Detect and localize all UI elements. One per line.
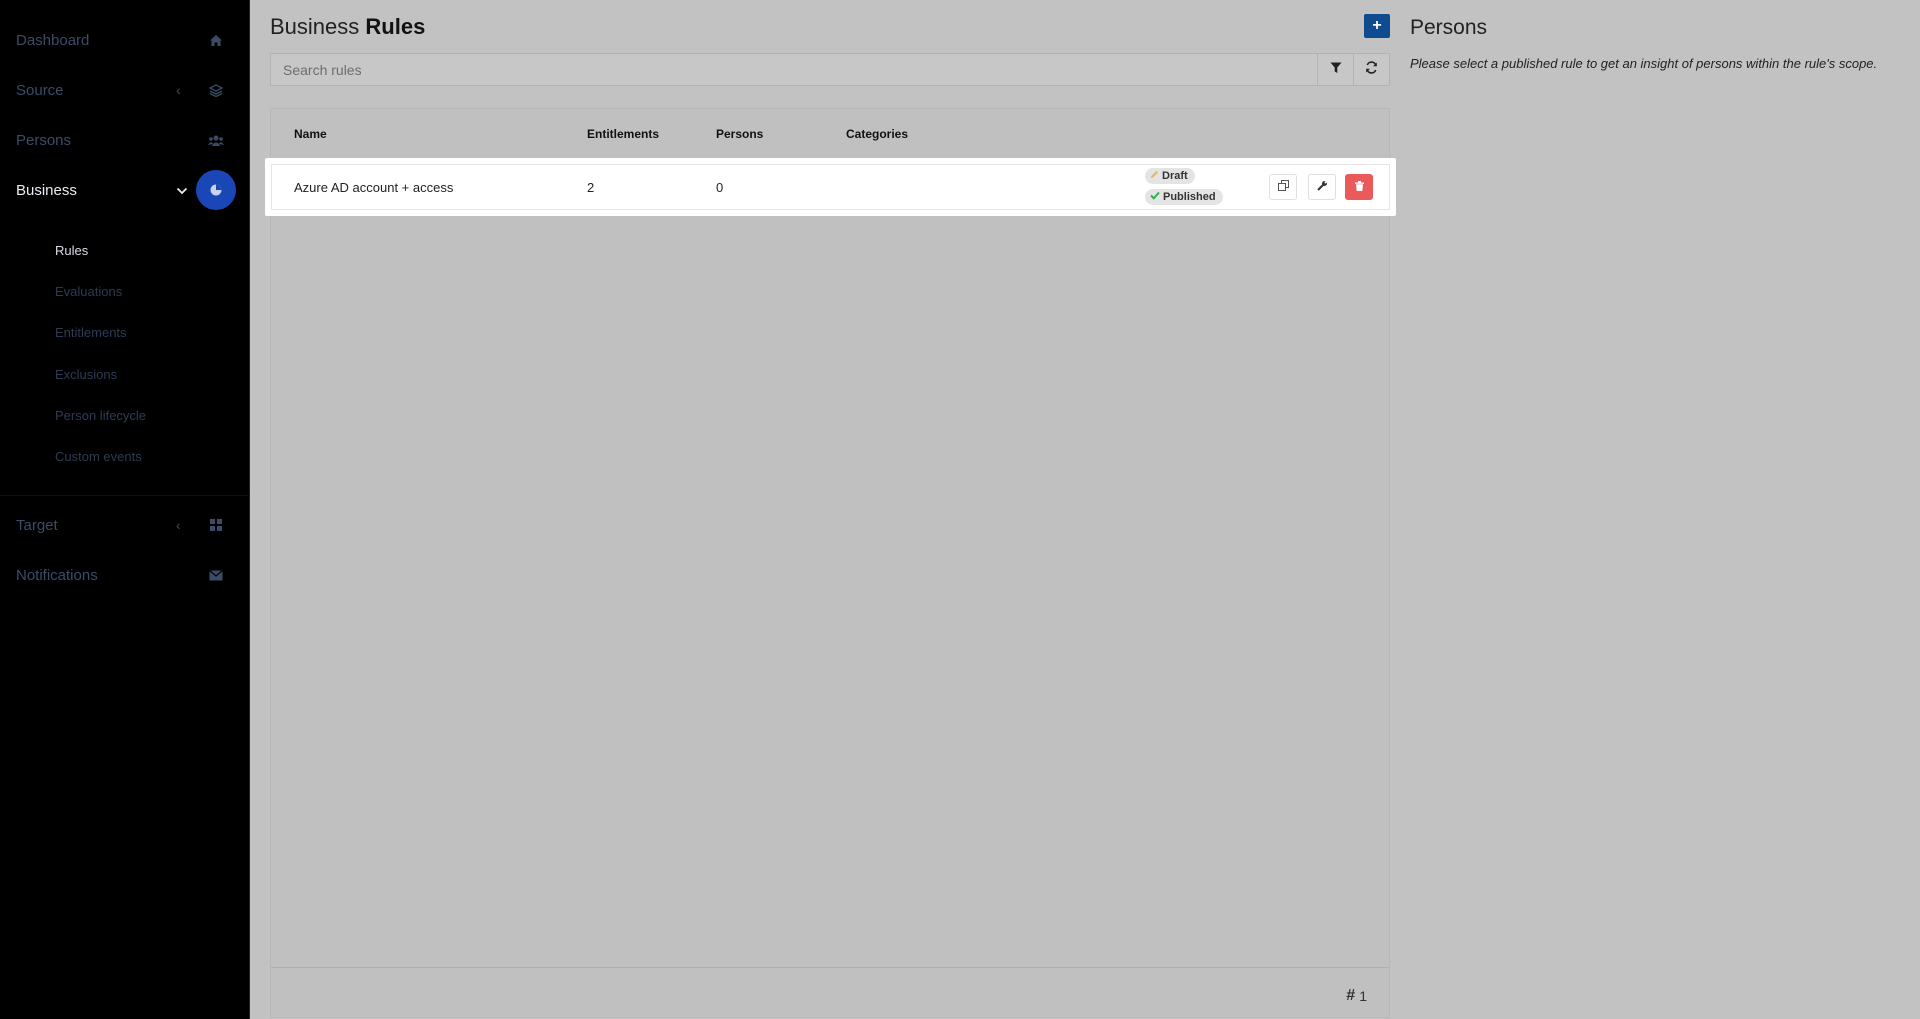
nav-target[interactable]: Target ‹ bbox=[0, 500, 250, 550]
sidebar: Dashboard Source ‹ Persons Business Rule… bbox=[0, 0, 250, 1019]
sub-item-entitlements[interactable]: Entitlements bbox=[55, 325, 127, 340]
filter-button[interactable] bbox=[1317, 53, 1354, 86]
copy-icon bbox=[1277, 178, 1289, 196]
sub-item-rules[interactable]: Rules bbox=[55, 243, 88, 258]
column-header-persons[interactable]: Persons bbox=[716, 127, 763, 141]
copy-button[interactable] bbox=[1269, 174, 1297, 200]
page-title-prefix: Business bbox=[270, 14, 360, 39]
rule-entitlements: 2 bbox=[587, 180, 595, 195]
nav-source-label: Source bbox=[16, 81, 64, 99]
nav-target-label: Target bbox=[16, 516, 58, 534]
column-header-name[interactable]: Name bbox=[294, 127, 327, 141]
rule-count-value: 1 bbox=[1359, 988, 1367, 1004]
nav-dashboard[interactable]: Dashboard bbox=[0, 15, 250, 65]
wrench-icon bbox=[1316, 178, 1328, 196]
published-label: Published bbox=[1163, 191, 1216, 203]
status-badge-draft: Draft bbox=[1145, 168, 1195, 184]
nav-dashboard-label: Dashboard bbox=[16, 31, 90, 49]
envelope-icon bbox=[206, 565, 226, 585]
persons-panel-description: Please select a published rule to get an… bbox=[1410, 56, 1878, 71]
trash-icon bbox=[1354, 178, 1364, 196]
business-icon bbox=[196, 170, 236, 210]
chevron-down-icon bbox=[176, 182, 188, 198]
nav-persons-label: Persons bbox=[16, 131, 72, 149]
chevron-left-icon: ‹ bbox=[176, 517, 181, 533]
rules-table: Name Entitlements Persons Categories # 1 bbox=[270, 108, 1390, 1018]
nav-notifications[interactable]: Notifications bbox=[0, 550, 250, 600]
nav-business-label: Business bbox=[16, 181, 77, 199]
page-title-bold: Rules bbox=[365, 14, 426, 39]
sub-item-person-lifecycle[interactable]: Person lifecycle bbox=[55, 408, 146, 423]
delete-button[interactable] bbox=[1345, 174, 1373, 200]
draft-label: Draft bbox=[1162, 170, 1188, 182]
edit-button[interactable] bbox=[1308, 174, 1336, 200]
sub-item-custom-events[interactable]: Custom events bbox=[55, 449, 142, 464]
chevron-left-icon: ‹ bbox=[176, 82, 181, 98]
check-icon bbox=[1150, 191, 1160, 203]
page-title: Business Rules bbox=[270, 14, 425, 40]
refresh-icon bbox=[1365, 60, 1378, 79]
rule-persons: 0 bbox=[716, 180, 724, 195]
users-icon bbox=[206, 130, 226, 150]
sub-item-exclusions[interactable]: Exclusions bbox=[55, 367, 117, 382]
pencil-icon bbox=[1150, 170, 1159, 182]
status-badge-published: Published bbox=[1145, 189, 1223, 205]
column-header-entitlements[interactable]: Entitlements bbox=[587, 127, 659, 141]
sidebar-divider bbox=[0, 495, 250, 496]
grid-icon bbox=[206, 515, 226, 535]
nav-business[interactable]: Business bbox=[0, 165, 250, 215]
rule-name: Azure AD account + access bbox=[294, 180, 454, 195]
column-header-categories[interactable]: Categories bbox=[846, 127, 908, 141]
filter-icon bbox=[1330, 61, 1342, 79]
layers-icon bbox=[206, 80, 226, 100]
nav-persons[interactable]: Persons bbox=[0, 115, 250, 165]
table-footer-divider bbox=[271, 967, 1389, 968]
home-icon bbox=[206, 30, 226, 50]
rule-count: # 1 bbox=[1346, 987, 1367, 1005]
search-bar bbox=[270, 53, 1318, 86]
nav-source[interactable]: Source ‹ bbox=[0, 65, 250, 115]
nav-notifications-label: Notifications bbox=[16, 566, 98, 584]
hash-icon: # bbox=[1346, 987, 1356, 1004]
refresh-button[interactable] bbox=[1353, 53, 1390, 86]
search-input[interactable] bbox=[271, 54, 1317, 85]
add-rule-button[interactable]: + bbox=[1364, 14, 1390, 38]
persons-panel-title: Persons bbox=[1410, 16, 1488, 39]
sub-item-evaluations[interactable]: Evaluations bbox=[55, 284, 122, 299]
table-row[interactable]: Azure AD account + access 2 0 Draft Publ… bbox=[265, 158, 1396, 216]
